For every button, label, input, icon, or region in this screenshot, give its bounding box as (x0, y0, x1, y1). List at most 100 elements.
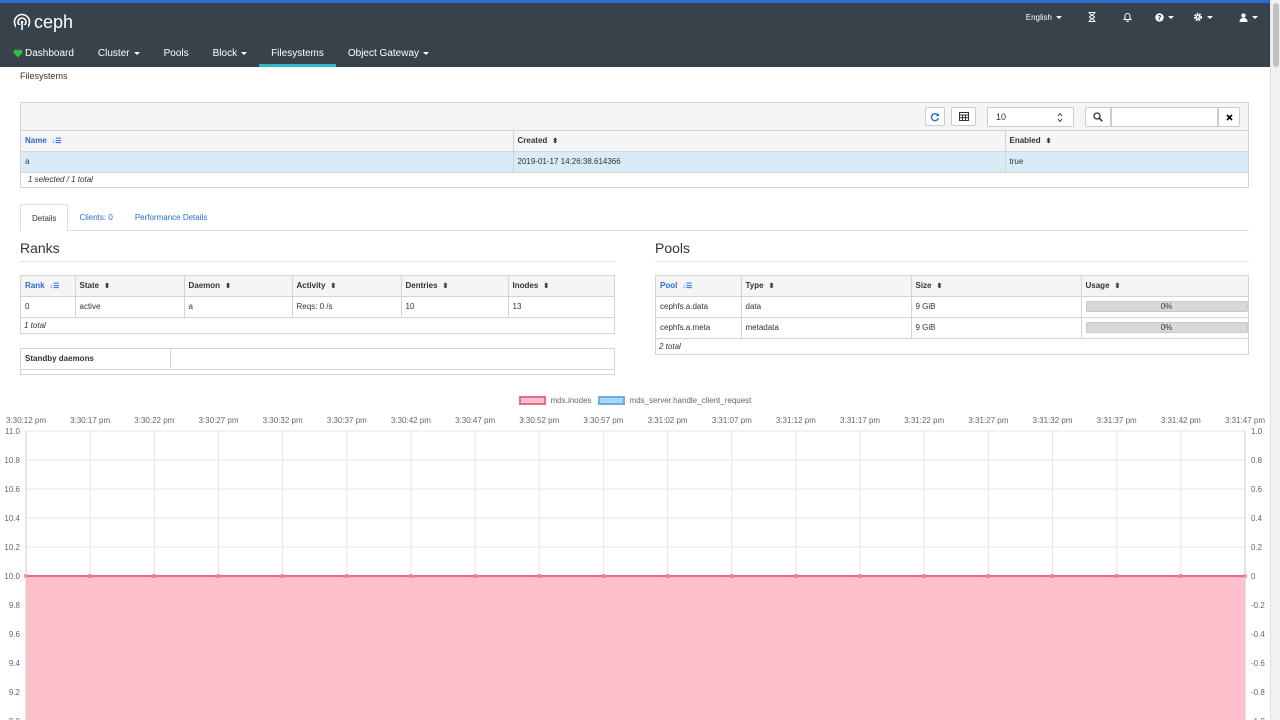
cell-usage: 0% (1081, 317, 1248, 339)
clear-search-button[interactable] (1218, 107, 1240, 127)
column-header-dentries[interactable]: Dentries ⬍ (401, 276, 509, 297)
legend-label: mds_server.handle_client_request (629, 396, 752, 405)
column-header-state[interactable]: State ⬍ (75, 276, 185, 297)
nav-pools[interactable]: Pools (152, 40, 201, 67)
column-header-created[interactable]: Created ⬍ (513, 131, 1006, 152)
cell-size: 9 GiB (911, 296, 1082, 318)
sort-icon: ⬍ (1045, 138, 1052, 146)
column-toggle-button[interactable] (951, 107, 976, 126)
column-header-daemon[interactable]: Daemon ⬍ (184, 276, 293, 297)
column-label: Inodes (512, 281, 539, 291)
settings-icon (1193, 12, 1203, 22)
page-size-input[interactable]: 10 (987, 107, 1074, 127)
nav-label: Pools (163, 48, 189, 59)
chevron-down-icon (1168, 15, 1174, 19)
column-header-name[interactable]: Name ↓☰ (21, 131, 514, 152)
column-header-size[interactable]: Size ⬍ (911, 276, 1082, 297)
column-header-type[interactable]: Type ⬍ (741, 276, 912, 297)
table-row[interactable]: a 2019-01-17 14:26:38.614366 true (21, 151, 1248, 173)
scrollbar-thumb[interactable] (1273, 3, 1279, 67)
nav-object-gateway[interactable]: Object Gateway (336, 40, 441, 67)
legend-swatch (597, 396, 625, 405)
usage-progress-bar: 0% (1085, 301, 1248, 312)
help-menu[interactable]: ? (1155, 12, 1174, 22)
cell-created: 2019-01-17 14:26:38.614366 (513, 151, 1006, 173)
x-tick-label: 3:30:32 pm (263, 416, 303, 425)
search-input[interactable] (1111, 107, 1218, 127)
x-tick-label: 3:31:07 pm (712, 416, 752, 425)
notifications-button[interactable] (1123, 12, 1132, 22)
cell-enabled: true (1005, 151, 1248, 173)
user-menu[interactable] (1239, 12, 1258, 22)
nav-cluster[interactable]: Cluster (86, 40, 152, 67)
navbar: ceph English ? Dashboard Cluster Pools B… (0, 3, 1270, 67)
legend-item-client-requests[interactable]: mds_server.handle_client_request (597, 396, 752, 405)
cell-size: 9 GiB (911, 317, 1082, 339)
column-header-rank[interactable]: Rank ↓☰ (21, 276, 76, 297)
column-header-activity[interactable]: Activity ⬍ (292, 276, 402, 297)
sort-asc-icon: ↓☰ (51, 138, 62, 146)
column-label: Created (517, 136, 548, 146)
table-row[interactable]: cephfs.a.meta metadata 9 GiB 0% (656, 317, 1248, 339)
nav-dashboard[interactable]: Dashboard (0, 40, 86, 67)
pools-table: Pool ↓☰ Type ⬍ Size ⬍ Usage ⬍ cephfs.a.data … (655, 275, 1249, 355)
y-right-tick-label: -0.2 (1251, 601, 1265, 610)
legend-item-inodes[interactable]: mds.inodes (518, 396, 592, 405)
column-header-pool[interactable]: Pool ↓☰ (656, 276, 742, 297)
sort-asc-icon: ↓☰ (49, 283, 60, 291)
tab-details[interactable]: Details (20, 204, 69, 232)
table-footer: 1 selected / 1 total (28, 175, 93, 184)
standby-grid: Standby daemons (21, 349, 614, 370)
column-label: Pool (660, 281, 678, 291)
search-button[interactable] (1085, 107, 1111, 127)
nav-block[interactable]: Block (201, 40, 259, 67)
column-header-usage[interactable]: Usage ⬍ (1081, 276, 1248, 297)
chevron-down-icon (423, 52, 430, 55)
table-row[interactable]: 0 active a Reqs: 0 /s 10 13 (21, 296, 614, 318)
standby-daemons-value (170, 349, 614, 370)
cell-type: metadata (741, 317, 912, 339)
chevron-down-icon (1207, 15, 1213, 19)
refresh-icon (930, 112, 940, 121)
x-tick-label: 3:31:02 pm (648, 416, 688, 425)
y-left-tick-label: 9.6 (9, 630, 21, 639)
user-icon (1239, 12, 1248, 22)
y-right-tick-label: 1.0 (1251, 427, 1263, 436)
x-tick-label: 3:30:52 pm (519, 416, 559, 425)
stepper-arrows-icon[interactable] (1057, 112, 1063, 123)
y-right-tick-label: 0.4 (1251, 514, 1263, 523)
main-nav: Dashboard Cluster Pools Block Filesystem… (0, 40, 441, 67)
nav-filesystems[interactable]: Filesystems (259, 40, 336, 67)
sort-icon: ⬍ (768, 283, 775, 291)
language-selector[interactable]: English (1026, 13, 1062, 22)
tab-performance-details[interactable]: Performance Details (124, 204, 218, 231)
x-tick-label: 3:30:57 pm (583, 416, 623, 425)
y-left-tick-label: 10.2 (4, 543, 20, 552)
refresh-button[interactable] (925, 107, 945, 126)
tasks-button[interactable] (1088, 12, 1096, 22)
sort-icon: ⬍ (225, 283, 231, 291)
table-columns-icon (958, 112, 969, 121)
cell-state: active (75, 296, 185, 318)
column-header-enabled[interactable]: Enabled ⬍ (1005, 131, 1248, 152)
cell-pool: cephfs.a.meta (656, 317, 742, 339)
column-label: State (79, 281, 100, 291)
x-tick-label: 3:31:47 pm (1225, 416, 1265, 425)
settings-menu[interactable] (1193, 12, 1213, 22)
page-scrollbar[interactable] (1270, 0, 1280, 720)
table-toolbar: 10 (21, 103, 1248, 131)
ceph-logo[interactable]: ceph (13, 11, 73, 33)
column-header-inodes[interactable]: Inodes ⬍ (508, 276, 614, 297)
table-header-row: Pool ↓☰ Type ⬍ Size ⬍ Usage ⬍ (656, 276, 1248, 297)
x-tick-label: 3:31:22 pm (904, 416, 944, 425)
heart-icon (13, 49, 23, 58)
filesystems-grid: Name ↓☰ Created ⬍ Enabled ⬍ a 2019-01-17 14… (21, 131, 1248, 173)
standby-daemons-table: Standby daemons (20, 348, 615, 375)
table-row[interactable]: cephfs.a.data data 9 GiB 0% (656, 296, 1248, 318)
x-tick-label: 3:30:27 pm (198, 416, 238, 425)
y-left-tick-label: 10.8 (4, 456, 20, 465)
tab-clients[interactable]: Clients: 0 (68, 204, 123, 231)
column-label: Name (25, 136, 47, 146)
y-right-tick-label: 0 (1251, 572, 1256, 581)
table-header-row: Rank ↓☰ State ⬍ Daemon ⬍ Activity ⬍ Dentries… (21, 276, 614, 297)
